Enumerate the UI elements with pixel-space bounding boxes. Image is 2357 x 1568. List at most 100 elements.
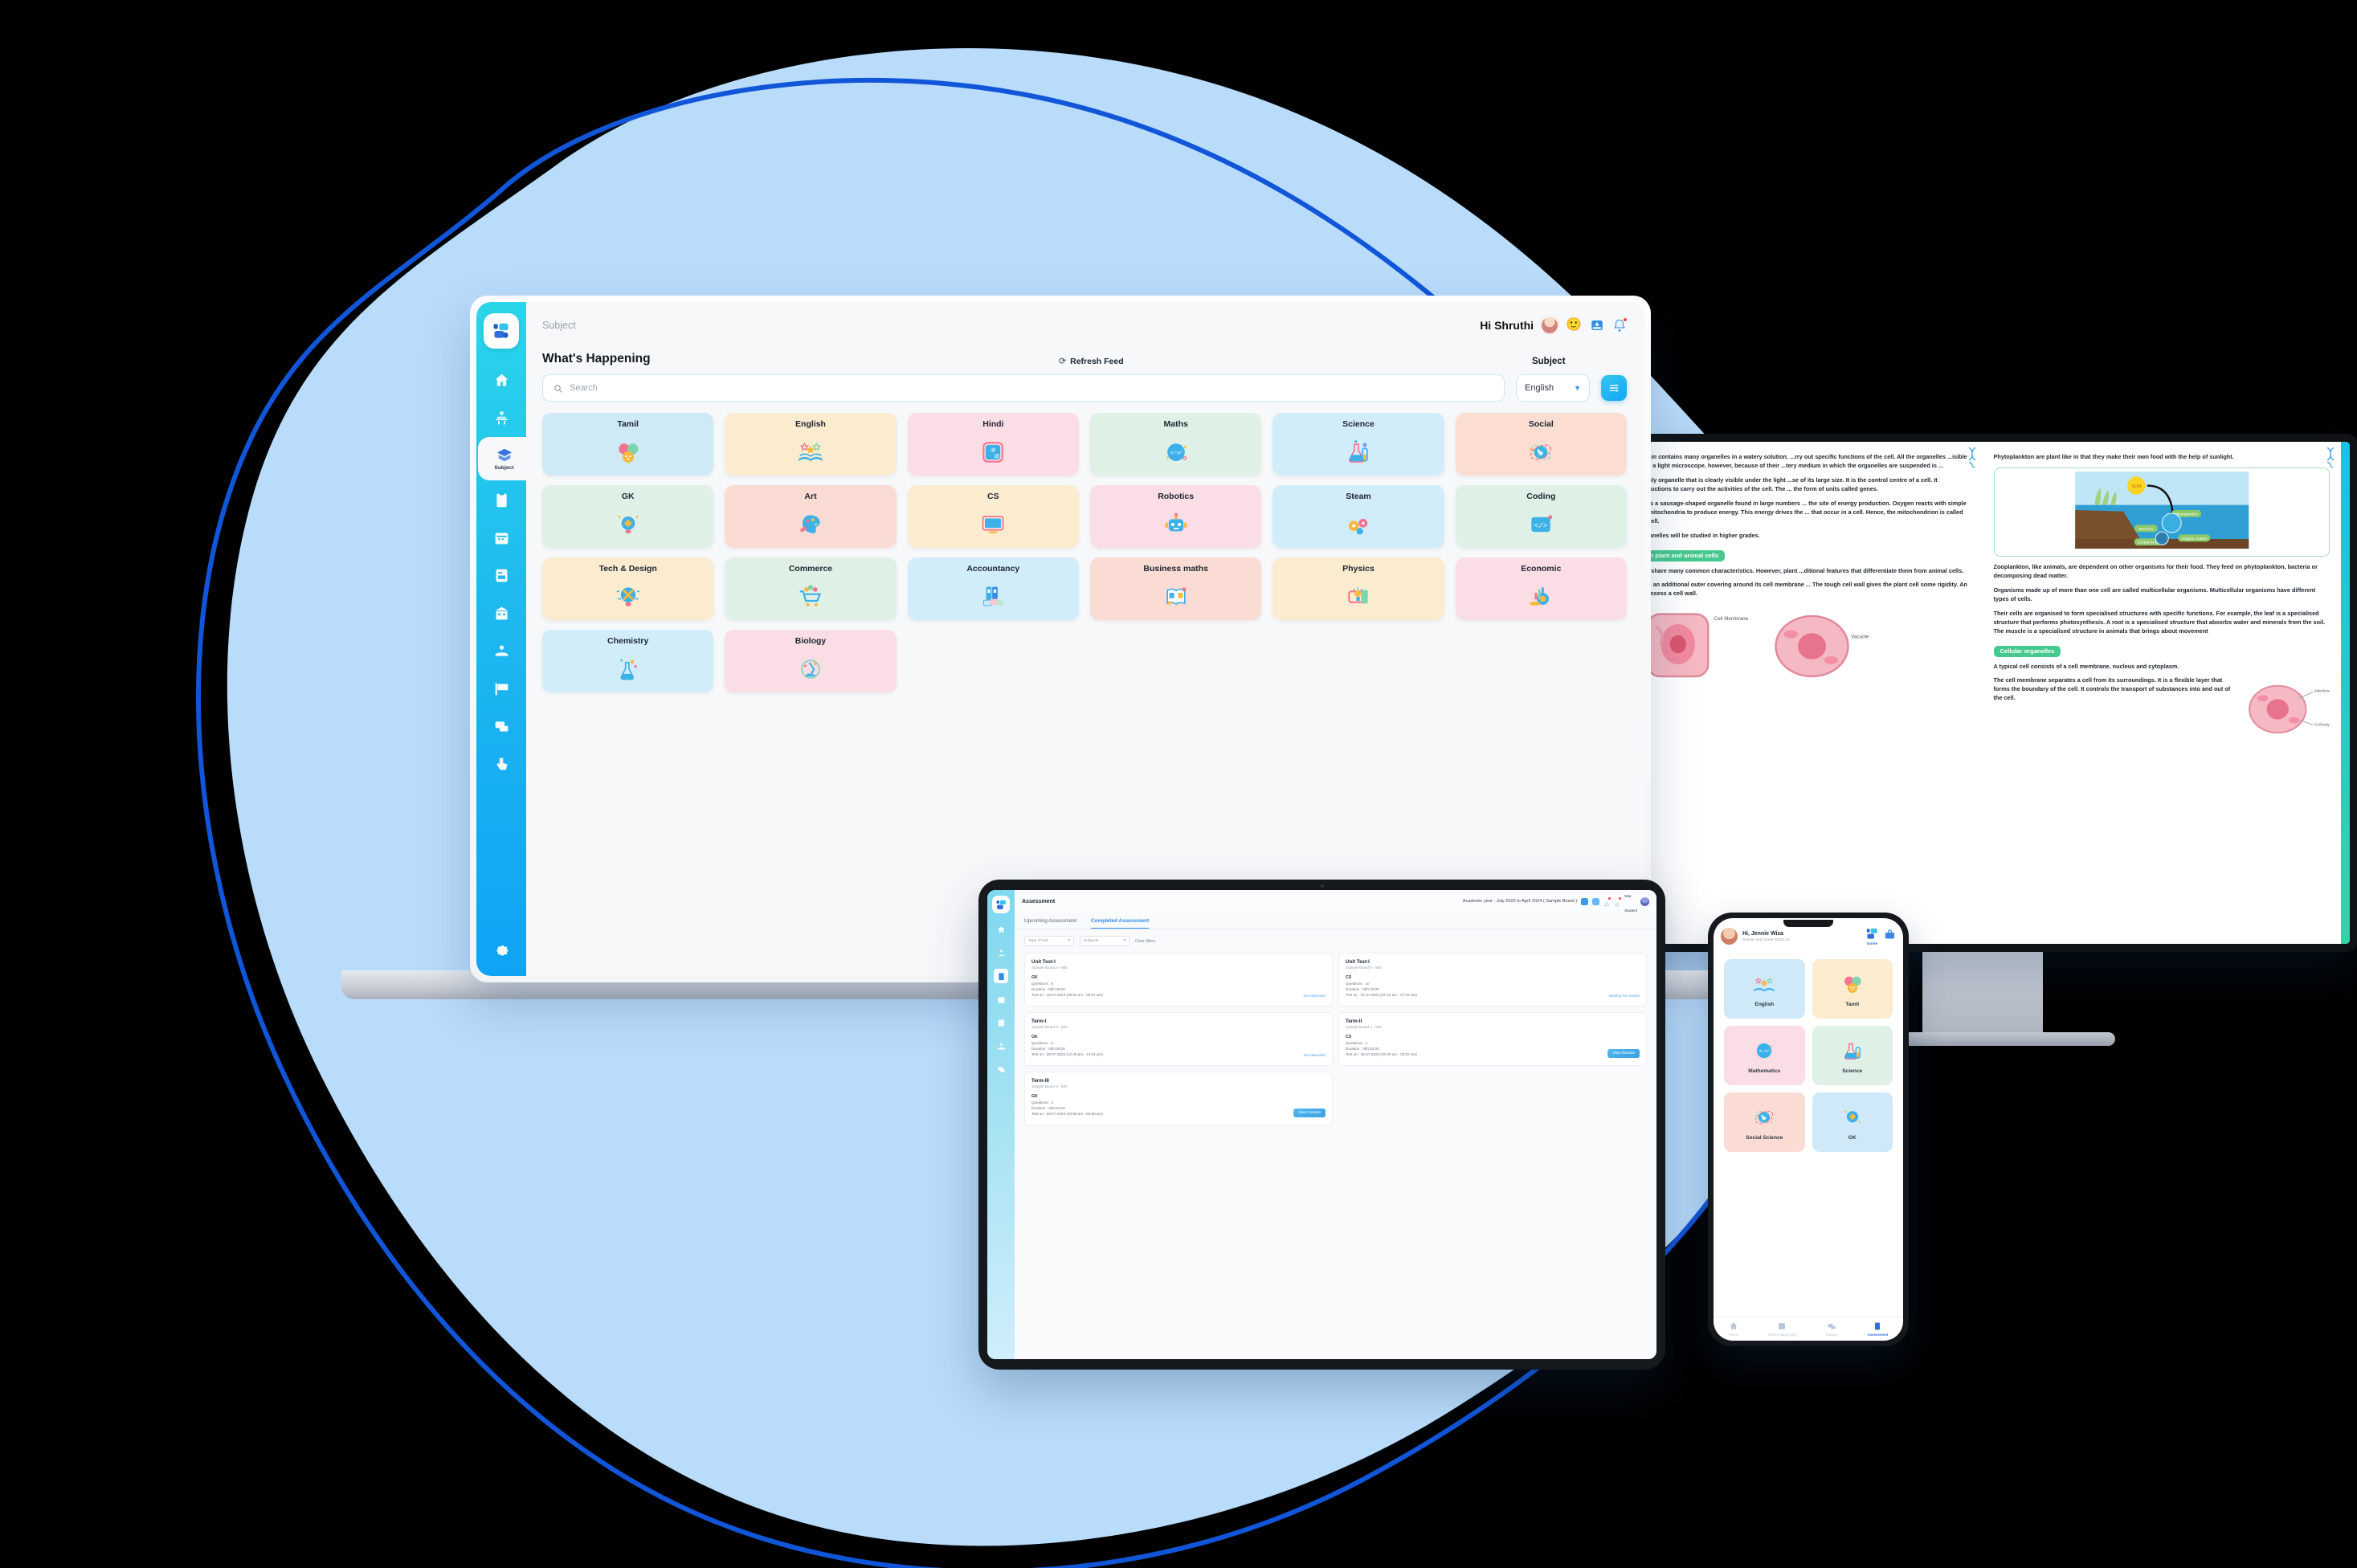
phone-bottom-nav: Home What's happening Subject Assessment — [1714, 1317, 1903, 1341]
phone-subject-card[interactable]: Science — [1812, 1026, 1893, 1085]
tablet-sidebar-item-home[interactable] — [994, 922, 1008, 937]
subject-card[interactable]: Coding </> — [1455, 485, 1627, 548]
type-of-test-select[interactable]: Type of test ▾ — [1024, 936, 1074, 946]
language-select[interactable]: English ▼ — [1516, 374, 1590, 402]
subject-card[interactable]: Tamil — [542, 413, 714, 476]
subject-card[interactable]: Maths A=πr² — [1089, 413, 1262, 476]
mood-emoji-icon[interactable]: 🙂 — [1566, 319, 1582, 332]
assessment-action-button[interactable]: Not attended — [1304, 1054, 1326, 1058]
subject-card[interactable]: GK — [542, 485, 714, 548]
phone-nav-home[interactable]: Home — [1729, 1321, 1738, 1337]
assessment-board: Sample Board II - 500 — [1346, 966, 1382, 970]
assessment-card[interactable]: Term-III Sample Board II - 500 GK Questi… — [1024, 1072, 1333, 1125]
sidebar-item-home[interactable] — [476, 361, 526, 398]
assessment-action-button[interactable]: View Results — [1293, 1109, 1326, 1117]
right-para-2: Zooplankton, like animals, are dependent… — [1993, 562, 2318, 579]
sidebar-item-school[interactable] — [476, 594, 526, 631]
announcement-icon-tablet[interactable] — [1614, 896, 1622, 907]
tablet-sidebar-item-support[interactable] — [994, 1039, 1008, 1053]
subject-card[interactable]: Physics — [1272, 557, 1444, 620]
phone-nav-subject[interactable]: Subject — [1826, 1321, 1837, 1337]
assessment-subject: CS — [1346, 975, 1352, 980]
grid-view-icon[interactable] — [1581, 897, 1589, 905]
bag-icon[interactable] — [1884, 929, 1896, 945]
clear-filters-button[interactable]: Clear filters — [1135, 939, 1155, 944]
phone-nav-whats-happening[interactable]: What's happening — [1768, 1321, 1796, 1337]
sidebar-item-subject[interactable]: Subject — [477, 437, 531, 480]
subject-card[interactable]: Steam — [1272, 485, 1444, 548]
subject-card[interactable]: Hindi अळ — [907, 413, 1079, 476]
hindi-letters-icon: अळ — [977, 429, 1009, 476]
subject-card[interactable]: CS — [907, 485, 1079, 548]
phone-subject-card[interactable]: English — [1724, 959, 1805, 1019]
tablet-avatar[interactable] — [1640, 896, 1649, 906]
subject-card[interactable]: Accountancy — [907, 557, 1079, 620]
svg-text:Organic matter: Organic matter — [2181, 537, 2207, 541]
izome-logo-icon[interactable] — [484, 313, 519, 349]
phone-subject-card[interactable]: GK — [1812, 1092, 1893, 1152]
bell-icon-tablet[interactable] — [1603, 896, 1612, 906]
subject-card[interactable]: Commerce — [725, 557, 897, 620]
right-section-chip: Cellular organelles — [1993, 645, 2061, 657]
assessment-action-button[interactable]: Waiting for results — [1609, 994, 1640, 998]
phone-subject-card[interactable]: A=πr² Mathematics — [1724, 1026, 1805, 1085]
sidebar-item-support[interactable] — [476, 632, 526, 669]
assessment-card[interactable]: Unit Test-I Sample Board II - 500 CS Que… — [1338, 953, 1647, 1007]
tablet-sidebar-item-messages[interactable] — [994, 1062, 1008, 1076]
refresh-feed-button[interactable]: ⟳ Refresh Feed — [1059, 356, 1124, 367]
subject-card-label: Robotics — [1158, 492, 1195, 501]
controls-row: Search English ▼ — [542, 374, 1627, 402]
sidebar-item-activity[interactable] — [476, 745, 526, 782]
tablet-filters: Type of test ▾ Subjects ▾ Clear filters — [1015, 929, 1656, 946]
laptop-screen: Subject Subject Hi Shruthi 🙂 What's Happ… — [476, 302, 1644, 976]
assessment-duration: Duration : 00h:04:00 — [1031, 1106, 1065, 1110]
subject-card[interactable]: Tech & Design — [542, 557, 714, 620]
phone-subject-card[interactable]: Tamil — [1812, 959, 1893, 1019]
inbox-download-icon[interactable] — [1589, 318, 1604, 333]
sidebar-item-messages[interactable] — [476, 708, 526, 745]
subjects-select[interactable]: Subjects ▾ — [1080, 936, 1129, 946]
assessment-action-button[interactable]: View Results — [1607, 1049, 1640, 1058]
subject-card[interactable]: Biology — [725, 630, 897, 692]
sidebar-item-reports[interactable] — [476, 557, 526, 594]
bell-icon[interactable] — [1612, 316, 1628, 333]
subject-card[interactable]: Robotics — [1089, 485, 1262, 548]
subject-card[interactable]: English — [725, 413, 897, 476]
tablet-sidebar-item-reports[interactable] — [994, 1015, 1008, 1030]
subject-card[interactable]: Art — [725, 485, 897, 548]
tablet-sidebar-item-assessment[interactable] — [994, 969, 1008, 983]
animal-cell-organelles-icon: Mitochondrion Cell body — [2249, 685, 2330, 734]
sidebar-item-teacher[interactable] — [476, 399, 526, 436]
subject-card[interactable]: Economic — [1455, 557, 1627, 620]
tablet-sidebar-item-teacher[interactable] — [994, 945, 1008, 960]
assessment-action-button[interactable]: Not attended — [1304, 994, 1326, 998]
tablet-sidebar-item-timetable[interactable] — [994, 992, 1008, 1007]
tablet-topbar: Assessment Academic year - July 2023 to … — [1015, 890, 1656, 913]
phone-nav-assessment[interactable]: Assessment — [1868, 1321, 1888, 1337]
izome-logo-icon-tablet[interactable] — [992, 896, 1010, 913]
tab-upcoming-assessment[interactable]: Upcoming Assessment — [1024, 918, 1076, 929]
tab-completed-assessment[interactable]: Completed Assessment — [1091, 918, 1150, 929]
phone-avatar[interactable] — [1721, 928, 1738, 945]
subject-card-label: Art — [804, 492, 817, 501]
sidebar-item-settings[interactable] — [476, 931, 526, 968]
subject-card-label: English — [795, 419, 826, 429]
avatar[interactable] — [1541, 316, 1559, 334]
sidebar-item-assessment[interactable] — [476, 481, 526, 518]
phone-subject-card[interactable]: Social Science — [1724, 1092, 1805, 1152]
subject-card[interactable]: Social — [1455, 413, 1627, 476]
search-input[interactable]: Search — [542, 374, 1505, 402]
subject-card[interactable]: Chemistry — [542, 630, 714, 692]
list-view-icon[interactable] — [1592, 897, 1600, 905]
assessment-card[interactable]: Unit Test-I Sample Board II - 500 GK Que… — [1024, 953, 1333, 1007]
subject-card-label: Social — [1528, 419, 1554, 429]
subject-card[interactable]: Business maths — [1089, 557, 1262, 620]
sidebar-item-timetable[interactable] — [476, 519, 526, 556]
assessment-card[interactable]: Term-I Sample Board II - 500 GK Question… — [1024, 1012, 1333, 1066]
assessment-card[interactable]: Term-II Sample Board II - 500 CS Questio… — [1338, 1012, 1647, 1066]
tech-bulb-icon — [612, 574, 644, 620]
subject-card-label: Science — [1342, 419, 1375, 429]
sidebar-item-noticeboard[interactable] — [476, 670, 526, 707]
filter-button[interactable] — [1601, 375, 1627, 401]
subject-card[interactable]: Science — [1272, 413, 1444, 476]
